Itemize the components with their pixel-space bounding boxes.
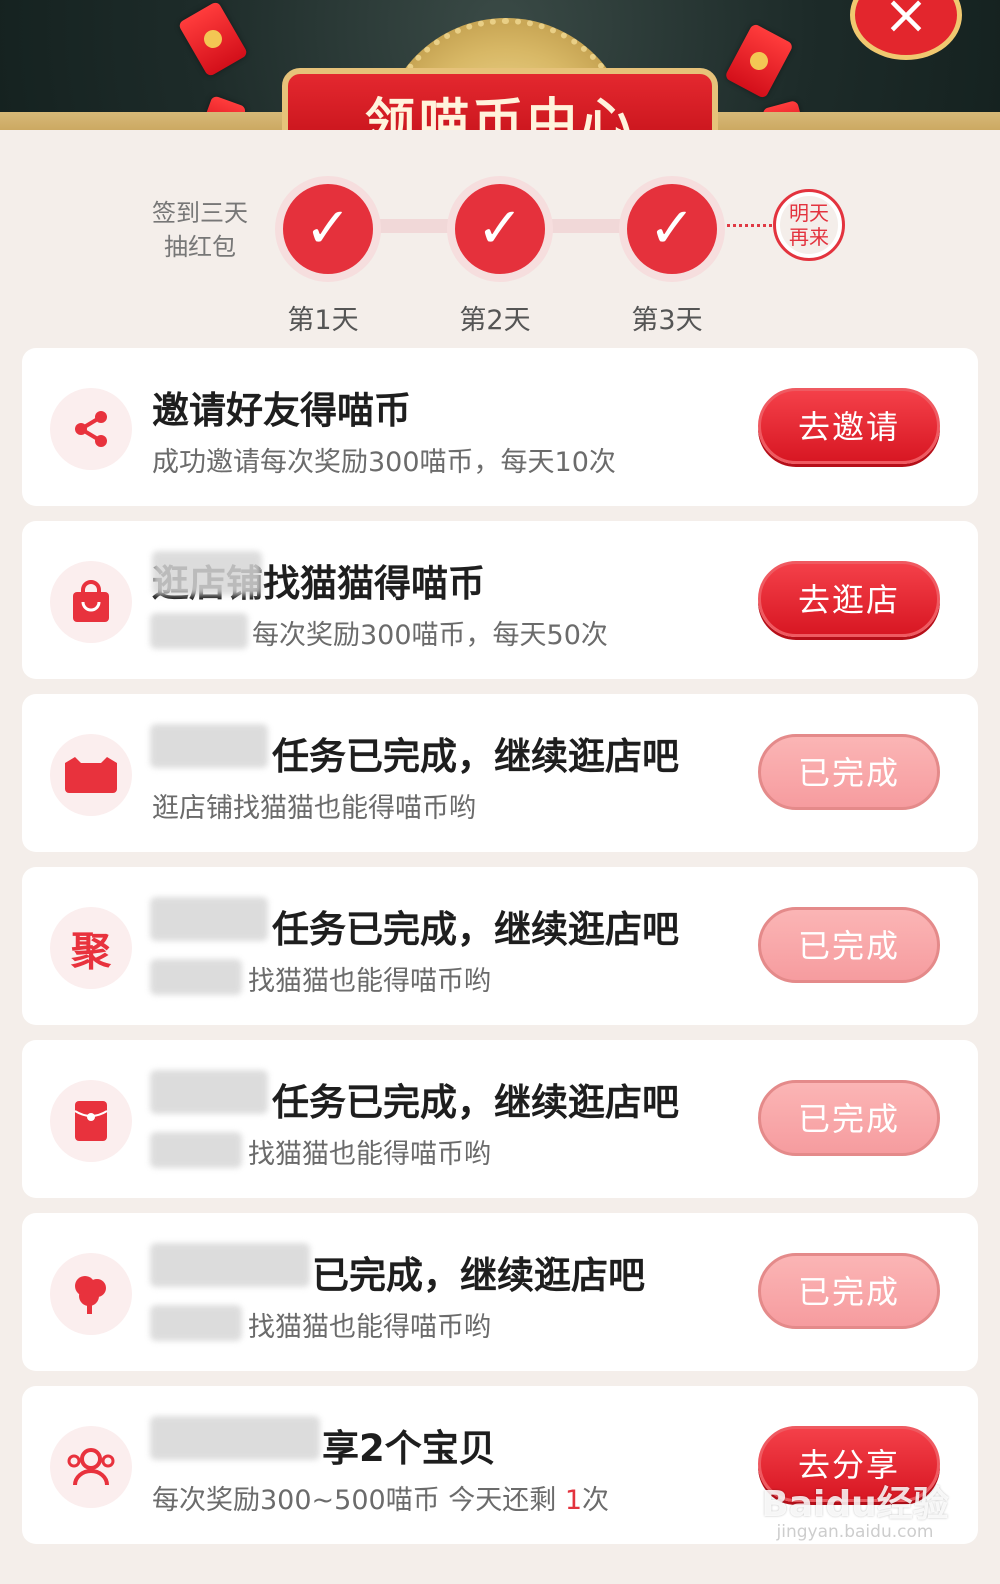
tree-icon [50, 1253, 132, 1335]
red-packet-decoration [177, 0, 249, 78]
share-icon [50, 388, 132, 470]
redacted-blur [150, 1305, 242, 1341]
task-desc: 逛店铺找猫猫也能得喵币哟 [152, 793, 476, 824]
day2-check: ✓ [447, 176, 553, 282]
page-title: 领喵币中心 [365, 92, 635, 132]
signin-progress: 签到三天 抽红包 ✓ ✓ ✓ 明天 再来 第1天 第2天 第3天 [0, 130, 1000, 345]
close-icon: × [883, 0, 929, 46]
completed-button[interactable]: 已完成 [758, 907, 940, 983]
tomorrow-line2: 再来 [789, 225, 829, 249]
ju-icon: 聚 [50, 907, 132, 989]
redacted-blur [150, 1416, 320, 1460]
redacted-blur [150, 613, 248, 649]
close-button[interactable]: × [850, 0, 962, 60]
tmall-icon [50, 734, 132, 816]
completed-button[interactable]: 已完成 [758, 734, 940, 810]
task-card-ju: 聚 任务已完成，继续逛店吧 找猫猫也能得喵币哟 已完成 [22, 867, 978, 1025]
day1-check: ✓ [275, 176, 381, 282]
task-card-red-packet: 任务已完成，继续逛店吧 找猫猫也能得喵币哟 已完成 [22, 1040, 978, 1198]
task-title: 邀请好友得喵币 [152, 389, 411, 432]
task-desc: 找猫猫也能得喵币哟 [248, 966, 491, 997]
day1-label: 第1天 [287, 305, 359, 336]
check-icon: ✓ [648, 196, 696, 261]
watermark-url: jingyan.baidu.com [776, 1522, 934, 1542]
day3-check: ✓ [619, 176, 725, 282]
task-panel: 签到三天 抽红包 ✓ ✓ ✓ 明天 再来 第1天 第2天 第3天 邀请好友得喵币… [0, 130, 1000, 1584]
red-packet-icon [50, 1080, 132, 1162]
completed-button[interactable]: 已完成 [758, 1253, 940, 1329]
redacted-blur [150, 724, 268, 768]
redacted-blur [150, 959, 242, 995]
signin-label-line2: 抽红包 [164, 233, 236, 261]
redacted-blur [150, 897, 268, 941]
redacted-blur [150, 1243, 310, 1287]
task-desc: 每次奖励300喵币，每天50次 [252, 620, 608, 651]
signin-label-line1: 签到三天 [152, 199, 248, 227]
invite-button[interactable]: 去邀请 [758, 388, 940, 464]
task-desc: 找猫猫也能得喵币哟 [248, 1312, 491, 1343]
task-desc: 找猫猫也能得喵币哟 [248, 1139, 491, 1170]
day2-label: 第2天 [459, 305, 531, 336]
task-desc-text: 每次奖励300~500喵币 今天还剩 [152, 1485, 565, 1516]
shopping-bag-icon [50, 561, 132, 643]
redacted-blur [150, 1132, 242, 1168]
visit-shop-button[interactable]: 去逛店 [758, 561, 940, 637]
redacted-blur [150, 1070, 268, 1114]
task-card-invite: 邀请好友得喵币 成功邀请每次奖励300喵币，每天10次 去邀请 [22, 348, 978, 506]
task-card-tmall: 任务已完成，继续逛店吧 逛店铺找猫猫也能得喵币哟 已完成 [22, 694, 978, 852]
task-card-tree: 已完成，继续逛店吧 找猫猫也能得喵币哟 已完成 [22, 1213, 978, 1371]
signin-label: 签到三天 抽红包 [140, 196, 260, 264]
tomorrow-line1: 明天 [789, 201, 829, 225]
title-banner: 领喵币中心 [282, 68, 718, 132]
check-icon: ✓ [304, 196, 352, 261]
day3-label: 第3天 [631, 305, 703, 336]
red-packet-decoration [724, 22, 794, 100]
redacted-blur [152, 551, 262, 595]
remaining-count: 1 [564, 1485, 583, 1516]
task-desc: 成功邀请每次奖励300喵币，每天10次 [152, 447, 616, 478]
watermark: Baidu经验 [761, 1484, 949, 1525]
check-icon: ✓ [476, 196, 524, 261]
task-desc-suffix: 次 [582, 1485, 610, 1516]
header: 领喵币中心 × [0, 0, 1000, 132]
task-card-shop: 逛店铺找猫猫得喵币 每次奖励300喵币，每天50次 去逛店 [22, 521, 978, 679]
completed-button[interactable]: 已完成 [758, 1080, 940, 1156]
tomorrow-badge: 明天 再来 [773, 189, 845, 261]
group-icon [50, 1426, 132, 1508]
task-desc: 每次奖励300~500喵币 今天还剩 1次 [152, 1478, 752, 1517]
